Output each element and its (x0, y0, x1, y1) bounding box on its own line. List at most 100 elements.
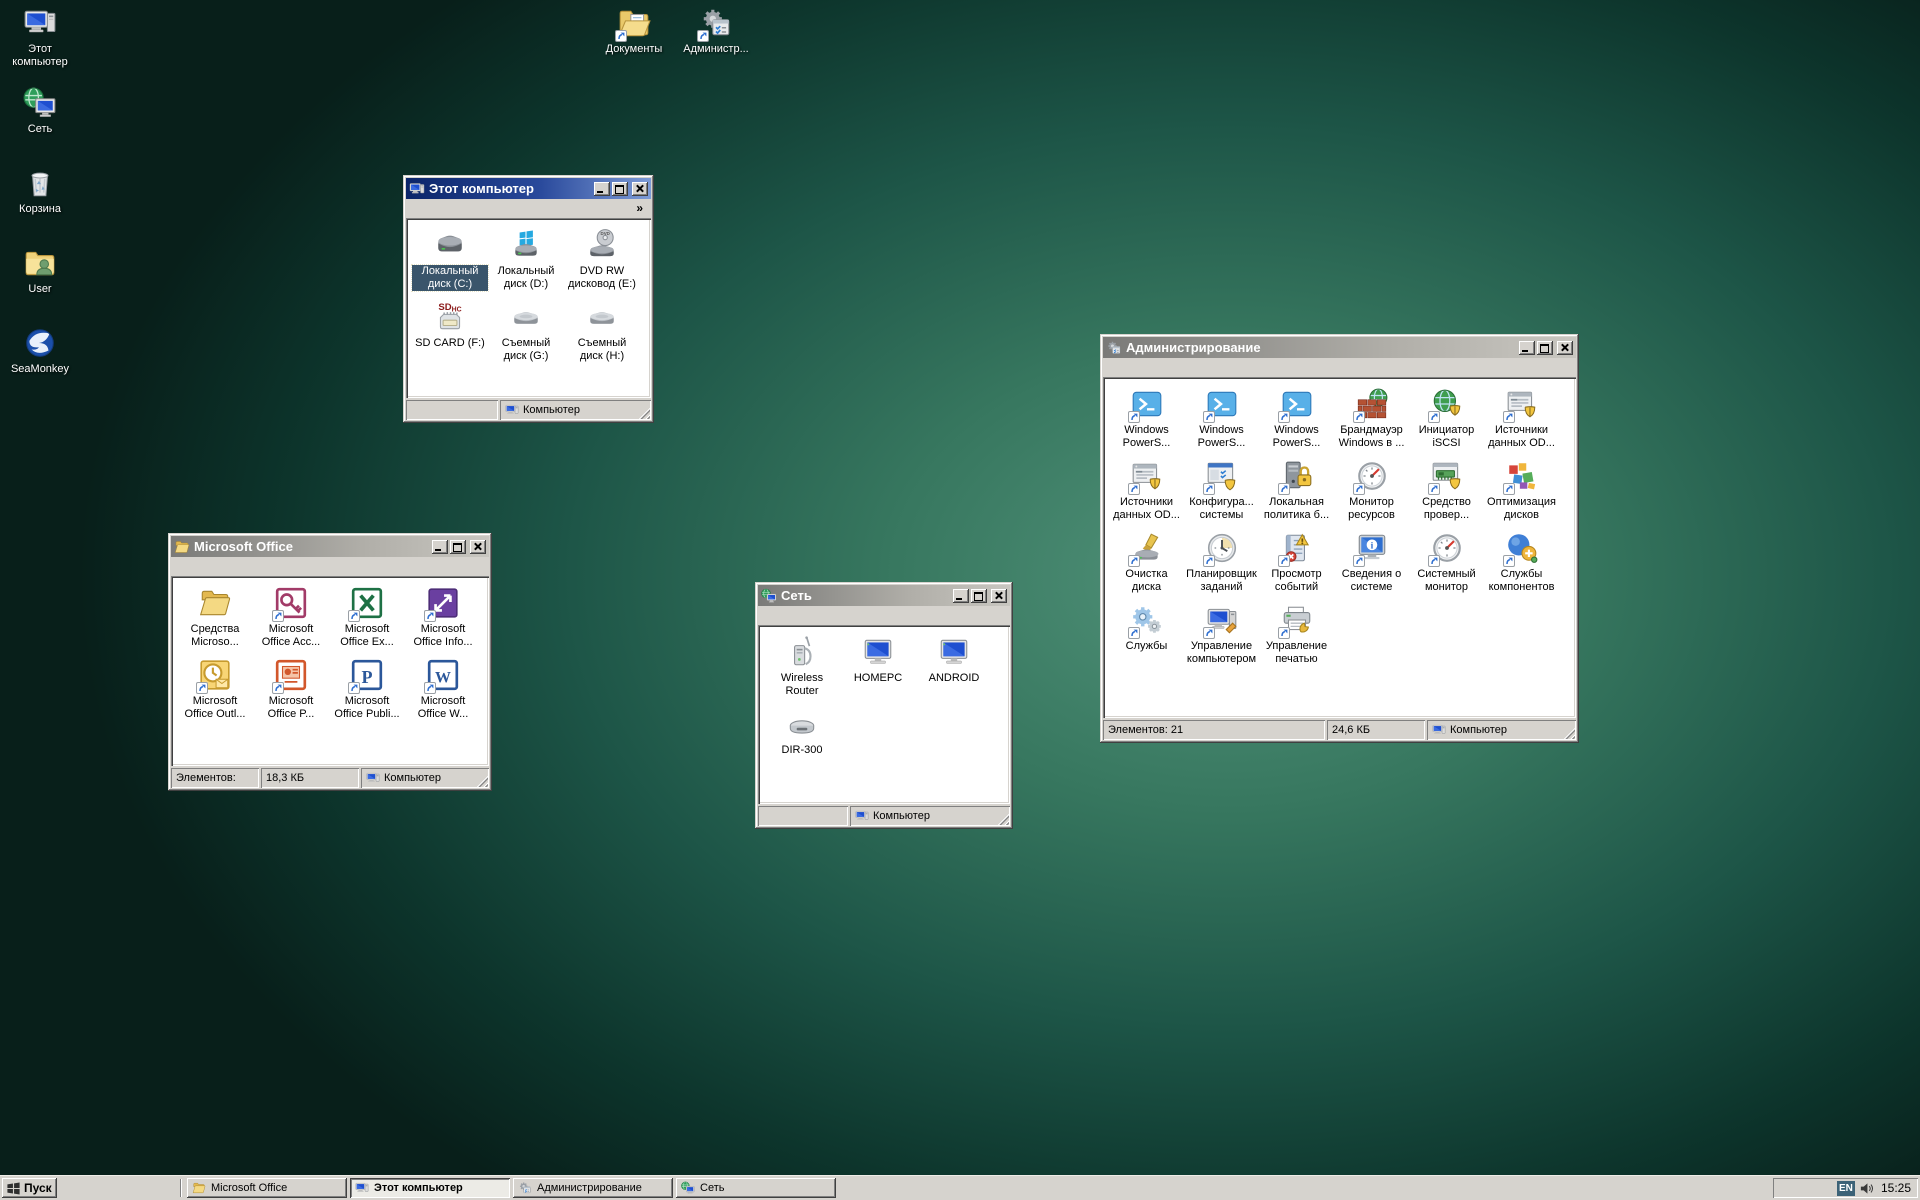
file-item[interactable]: Microsoft Office P... (253, 658, 329, 721)
file-item[interactable]: Средство провер... (1409, 459, 1484, 522)
titlebar[interactable]: Этот компьютер (406, 178, 651, 199)
file-item[interactable]: Очистка диска (1109, 531, 1184, 594)
file-item-label: Wireless Router (764, 672, 840, 698)
menu-item[interactable] (230, 565, 244, 567)
menu-item[interactable] (761, 614, 775, 616)
file-item[interactable]: Системный монитор (1409, 531, 1484, 594)
menu-item[interactable] (1134, 366, 1148, 368)
close-button[interactable] (470, 540, 486, 554)
file-item[interactable]: W Microsoft Office W... (405, 658, 481, 721)
file-item[interactable]: DVD DVD RW дисковод (E:) (564, 228, 640, 291)
file-item[interactable]: Источники данных OD... (1109, 459, 1184, 522)
menu-overflow-chevron[interactable]: » (631, 201, 648, 215)
menu-item[interactable] (216, 565, 230, 567)
file-item[interactable]: Локальная политика б... (1259, 459, 1334, 522)
task-button[interactable]: Администрирование (513, 1178, 673, 1198)
file-item[interactable]: Wireless Router (764, 635, 840, 698)
file-item[interactable]: Microsoft Office Ex... (329, 586, 405, 649)
menu-item[interactable] (1148, 366, 1162, 368)
menu-item[interactable] (1120, 366, 1134, 368)
minimize-button[interactable] (432, 540, 448, 554)
file-item[interactable]: Инициатор iSCSI (1409, 387, 1484, 450)
minimize-button[interactable] (953, 589, 969, 603)
desktop-icon[interactable]: SeaMonkey (4, 326, 76, 396)
file-item[interactable]: HOMEPC (840, 635, 916, 698)
volume-icon[interactable] (1859, 1181, 1874, 1196)
menu-item[interactable] (174, 565, 188, 567)
menu-item[interactable] (789, 614, 803, 616)
maximize-button[interactable] (450, 540, 466, 554)
titlebar[interactable]: Администрирование (1103, 337, 1576, 358)
menu-item[interactable] (1162, 366, 1176, 368)
file-item[interactable]: i Сведения о системе (1334, 531, 1409, 594)
menu-item[interactable] (451, 207, 465, 209)
file-item[interactable]: Съемный диск (G:) (488, 300, 564, 363)
desktop-icon[interactable]: Этот компьютер (4, 6, 76, 76)
file-item[interactable]: Монитор ресурсов (1334, 459, 1409, 522)
file-item[interactable]: DIR-300 (764, 707, 840, 757)
shortcut-arrow-icon (1278, 555, 1290, 567)
task-button[interactable]: Microsoft Office (187, 1178, 347, 1198)
file-item[interactable]: Управление печатью (1259, 603, 1334, 666)
close-button[interactable] (632, 182, 648, 196)
menu-item[interactable] (1106, 366, 1120, 368)
minimize-button[interactable] (1519, 341, 1535, 355)
language-indicator[interactable]: EN (1837, 1181, 1855, 1196)
menu-item[interactable] (409, 207, 423, 209)
file-item[interactable]: SDHC SD CARD (F:) (412, 300, 488, 363)
menu-item[interactable] (817, 614, 831, 616)
close-button[interactable] (991, 589, 1007, 603)
desktop-icon-label: User (28, 283, 51, 296)
file-item[interactable]: Службы компонентов (1484, 531, 1559, 594)
file-item[interactable]: Windows PowerS... (1259, 387, 1334, 450)
task-button[interactable]: Сеть (676, 1178, 836, 1198)
file-item[interactable]: Управление компьютером (1184, 603, 1259, 666)
desktop-icon[interactable]: Сеть (4, 86, 76, 156)
menu-item[interactable] (202, 565, 216, 567)
desktop-icon[interactable]: Документы (598, 6, 670, 76)
file-item[interactable]: Windows PowerS... (1184, 387, 1259, 450)
file-item[interactable]: Средства Microso... (177, 586, 253, 649)
file-item[interactable]: Microsoft Office Info... (405, 586, 481, 649)
dir300-icon (785, 707, 819, 741)
maximize-button[interactable] (1537, 341, 1553, 355)
file-item[interactable]: Microsoft Office Acc... (253, 586, 329, 649)
desktop-icon[interactable]: Корзина (4, 166, 76, 236)
file-item[interactable]: ANDROID (916, 635, 992, 698)
menu-item[interactable] (188, 565, 202, 567)
caption-buttons (1519, 341, 1573, 355)
menu-item[interactable] (775, 614, 789, 616)
menu-item[interactable] (803, 614, 817, 616)
desktop-icon[interactable]: User (4, 246, 76, 316)
file-item[interactable]: Microsoft Office Outl... (177, 658, 253, 721)
file-item[interactable]: Источники данных OD... (1484, 387, 1559, 450)
file-item[interactable]: Брандмауэр Windows в ... (1334, 387, 1409, 450)
desktop-icon[interactable]: Администр... (680, 6, 752, 76)
file-item[interactable]: Просмотр событий (1259, 531, 1334, 594)
start-button[interactable]: Пуск (2, 1178, 57, 1198)
minimize-button[interactable] (594, 182, 610, 196)
titlebar[interactable]: Сеть (758, 585, 1010, 606)
maximize-button[interactable] (971, 589, 987, 603)
menu-item[interactable] (465, 207, 479, 209)
menu-item[interactable] (423, 207, 437, 209)
file-item[interactable]: Локальный диск (C:) (412, 228, 488, 291)
status-bar: Элементов: 21 24,6 КБ Компьютер (1103, 720, 1576, 740)
file-item[interactable]: Планировщик заданий (1184, 531, 1259, 594)
tray-clock[interactable]: 15:25 (1881, 1181, 1911, 1195)
svg-text:i: i (1370, 540, 1373, 551)
close-button[interactable] (1557, 341, 1573, 355)
file-item[interactable]: Оптимизация дисков (1484, 459, 1559, 522)
menu-item[interactable] (437, 207, 451, 209)
file-item[interactable]: Съемный диск (H:) (564, 300, 640, 363)
file-item[interactable]: Службы (1109, 603, 1184, 666)
maximize-button[interactable] (612, 182, 628, 196)
file-item[interactable]: Локальный диск (D:) (488, 228, 564, 291)
file-item[interactable]: Конфигура... системы (1184, 459, 1259, 522)
task-button-label: Администрирование (537, 1182, 642, 1194)
titlebar[interactable]: Microsoft Office (171, 536, 489, 557)
file-item[interactable]: P Microsoft Office Publi... (329, 658, 405, 721)
file-item[interactable]: Windows PowerS... (1109, 387, 1184, 450)
user-folder-icon (23, 246, 57, 280)
task-button[interactable]: Этот компьютер (350, 1178, 510, 1198)
